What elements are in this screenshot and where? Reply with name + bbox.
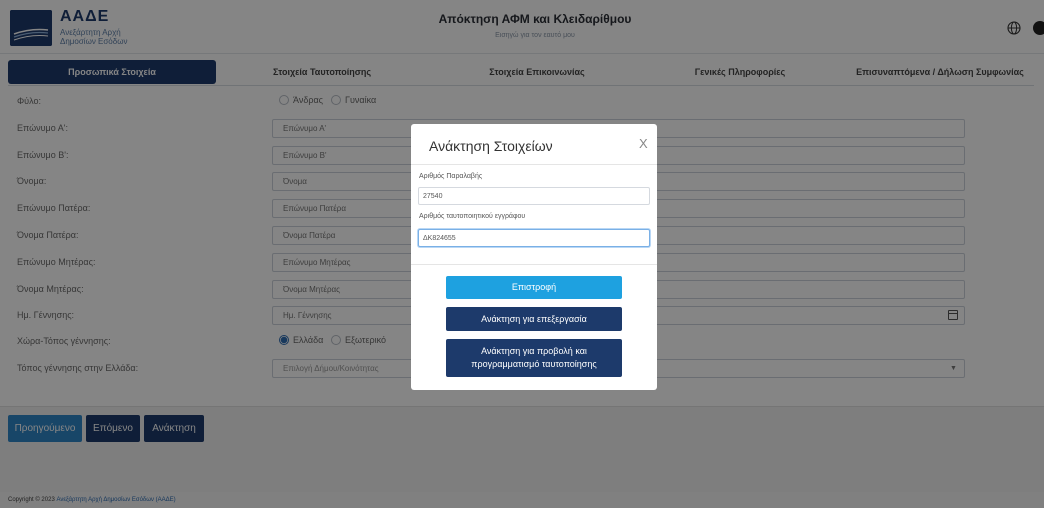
modal-body-divider bbox=[411, 264, 657, 265]
modal-title: Ανάκτηση Στοιχείων bbox=[429, 138, 553, 154]
recover-for-edit-button[interactable]: Ανάκτηση για επεξεργασία bbox=[446, 307, 622, 331]
back-button[interactable]: Επιστροφή bbox=[446, 276, 622, 299]
modal-header-divider bbox=[411, 164, 657, 165]
document-number-input[interactable] bbox=[418, 229, 650, 247]
receipt-number-input[interactable] bbox=[418, 187, 650, 205]
recovery-modal: Ανάκτηση Στοιχείων X Αριθμός Παραλαβής Α… bbox=[411, 124, 657, 390]
view-button-line-2: προγραμματισμό ταυτοποίησης bbox=[471, 359, 597, 369]
recover-for-view-button[interactable]: Ανάκτηση για προβολή και προγραμματισμό … bbox=[446, 339, 622, 377]
view-button-line-1: Ανάκτηση για προβολή και bbox=[481, 346, 587, 356]
document-number-label: Αριθμός ταυτοποιητικού εγγράφου bbox=[419, 213, 526, 220]
close-icon[interactable]: X bbox=[639, 136, 648, 151]
receipt-number-label: Αριθμός Παραλαβής bbox=[419, 173, 483, 180]
